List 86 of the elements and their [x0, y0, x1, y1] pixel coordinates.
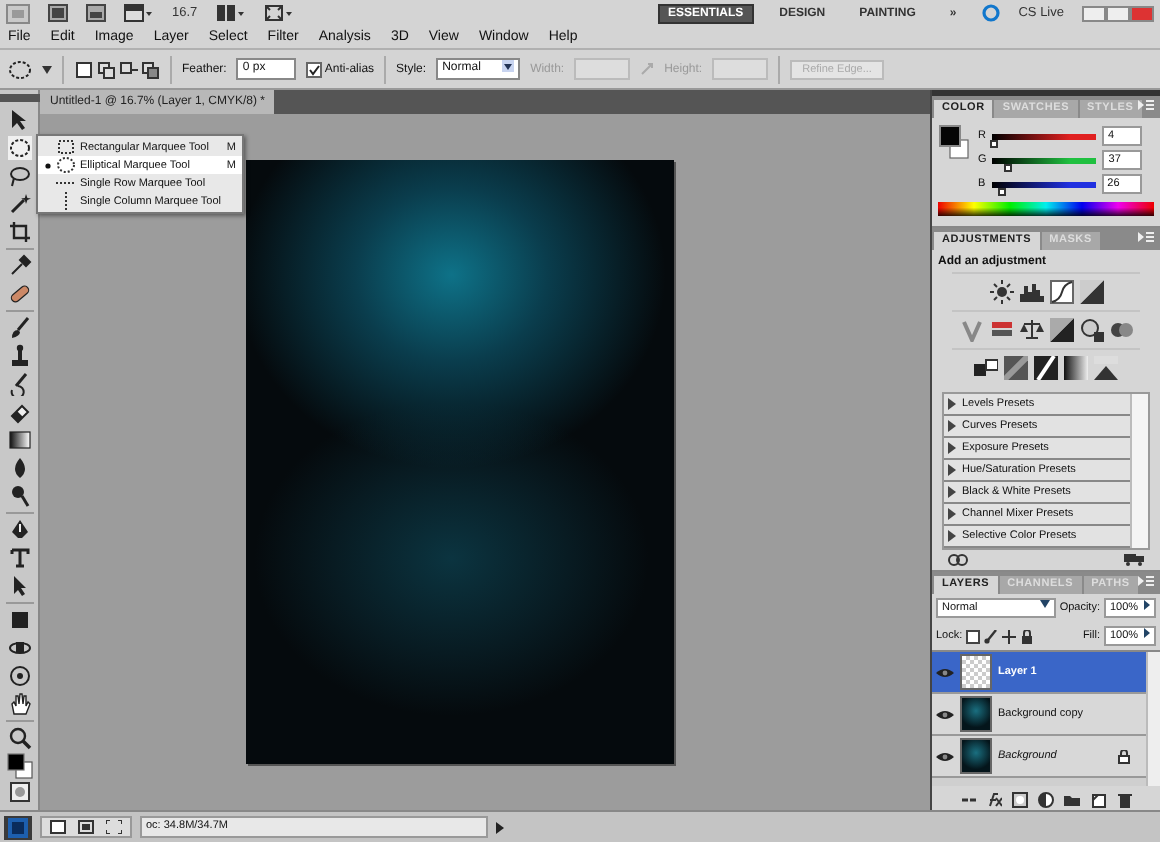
screen-mode-icon[interactable] [263, 4, 294, 22]
scrollbar[interactable] [1130, 394, 1148, 548]
photo-filter-icon[interactable] [1079, 318, 1103, 342]
brush-icon[interactable] [7, 316, 31, 340]
move-cross-icon[interactable] [1002, 629, 1017, 643]
trash-icon[interactable] [1116, 792, 1132, 808]
dropdown-arrow-icon[interactable] [42, 65, 52, 73]
arrow-icon [1144, 600, 1150, 610]
lasso-icon[interactable] [7, 164, 31, 188]
brush-icon[interactable] [984, 629, 999, 643]
panel-menu-icon[interactable] [1138, 98, 1154, 112]
balance-icon[interactable] [1019, 318, 1043, 342]
arrow-icon [1144, 628, 1150, 638]
hand-icon[interactable] [7, 692, 31, 716]
foreground-background-icon[interactable] [938, 124, 970, 160]
magic-wand-icon[interactable] [7, 192, 31, 216]
rectangle-marquee-icon [56, 138, 76, 156]
dropdown-arrow-icon [502, 60, 515, 72]
move-icon[interactable] [7, 108, 31, 132]
eye-icon[interactable] [936, 709, 954, 719]
half-circle-icon[interactable] [1038, 792, 1054, 808]
eyedropper-icon[interactable] [7, 254, 31, 278]
histogram-icon[interactable] [1019, 280, 1043, 304]
clip-layer-icon[interactable] [948, 554, 968, 566]
ellipse-marquee-icon [56, 156, 76, 174]
gradient-icon[interactable] [7, 428, 31, 452]
mask-icon[interactable] [1012, 792, 1028, 808]
invert-icon[interactable] [974, 356, 998, 380]
dropdown-arrow-icon [1039, 600, 1050, 608]
lock-icon[interactable] [1020, 629, 1035, 643]
lock-transparent-icon[interactable] [966, 629, 981, 643]
layer-thumbnail [960, 654, 992, 690]
dodge-icon[interactable] [7, 484, 31, 508]
eye-icon[interactable] [936, 751, 954, 761]
pen-icon[interactable] [7, 518, 31, 542]
truck-icon[interactable] [1124, 554, 1144, 566]
eraser-icon[interactable] [7, 400, 31, 424]
brightness-icon[interactable] [989, 280, 1013, 304]
maximize-button[interactable] [1106, 5, 1130, 21]
fullscreen-icon[interactable] [106, 820, 122, 834]
subtract-selection-icon[interactable] [118, 59, 138, 79]
quick-mask-icon[interactable] [7, 780, 31, 804]
exposure-icon[interactable] [1079, 280, 1103, 304]
ellipse-marquee-icon[interactable] [8, 59, 32, 79]
bridge-icon[interactable] [48, 4, 68, 22]
add-to-selection-icon[interactable] [96, 59, 116, 79]
slider-thumb[interactable] [990, 139, 999, 147]
intersect-selection-icon[interactable] [140, 59, 160, 79]
cs-live-icon [982, 4, 1001, 22]
new-layer-icon[interactable] [1090, 792, 1106, 808]
layer-thumbnail [960, 738, 992, 774]
anti-alias-checkbox[interactable] [306, 61, 323, 77]
close-button[interactable] [1130, 5, 1154, 21]
panel-menu-icon[interactable] [1138, 574, 1154, 588]
slider-thumb[interactable] [997, 187, 1006, 195]
hue-saturation-icon[interactable] [989, 318, 1013, 342]
panel-menu-icon[interactable] [1138, 230, 1154, 244]
color-swatches-icon[interactable] [5, 752, 33, 780]
split-square-icon[interactable] [1049, 318, 1073, 342]
minimize-button[interactable] [1082, 5, 1106, 21]
menu-arrow-icon[interactable] [496, 821, 504, 833]
new-selection-icon[interactable] [74, 59, 94, 79]
fx-icon[interactable] [986, 792, 1002, 808]
mini-bridge-icon[interactable] [86, 4, 106, 22]
crop-icon[interactable] [7, 220, 31, 244]
slider-thumb[interactable] [1004, 163, 1013, 171]
stamp-icon[interactable] [7, 344, 31, 368]
type-icon[interactable] [7, 546, 31, 570]
channel-mixer-icon[interactable] [1109, 318, 1133, 342]
rectangle-icon[interactable] [7, 608, 31, 632]
layer-thumbnail [960, 696, 992, 732]
tile-icon[interactable] [78, 820, 94, 834]
bullet-icon [44, 161, 52, 169]
color-spectrum[interactable] [938, 202, 1154, 216]
gradient-map-icon[interactable] [1064, 356, 1088, 380]
orbit-icon[interactable] [7, 664, 31, 688]
threshold-icon[interactable] [1034, 356, 1058, 380]
curve-icon[interactable] [1049, 280, 1073, 304]
scrollbar[interactable] [1146, 652, 1160, 786]
arrange-icon[interactable] [215, 4, 246, 22]
selective-color-icon[interactable] [1094, 356, 1118, 380]
ellipse-marquee-icon[interactable] [7, 136, 31, 160]
zoom-icon[interactable] [7, 726, 31, 750]
window-icon[interactable] [50, 820, 66, 834]
view-extras-icon[interactable] [124, 4, 154, 22]
eye-icon[interactable] [936, 667, 954, 677]
